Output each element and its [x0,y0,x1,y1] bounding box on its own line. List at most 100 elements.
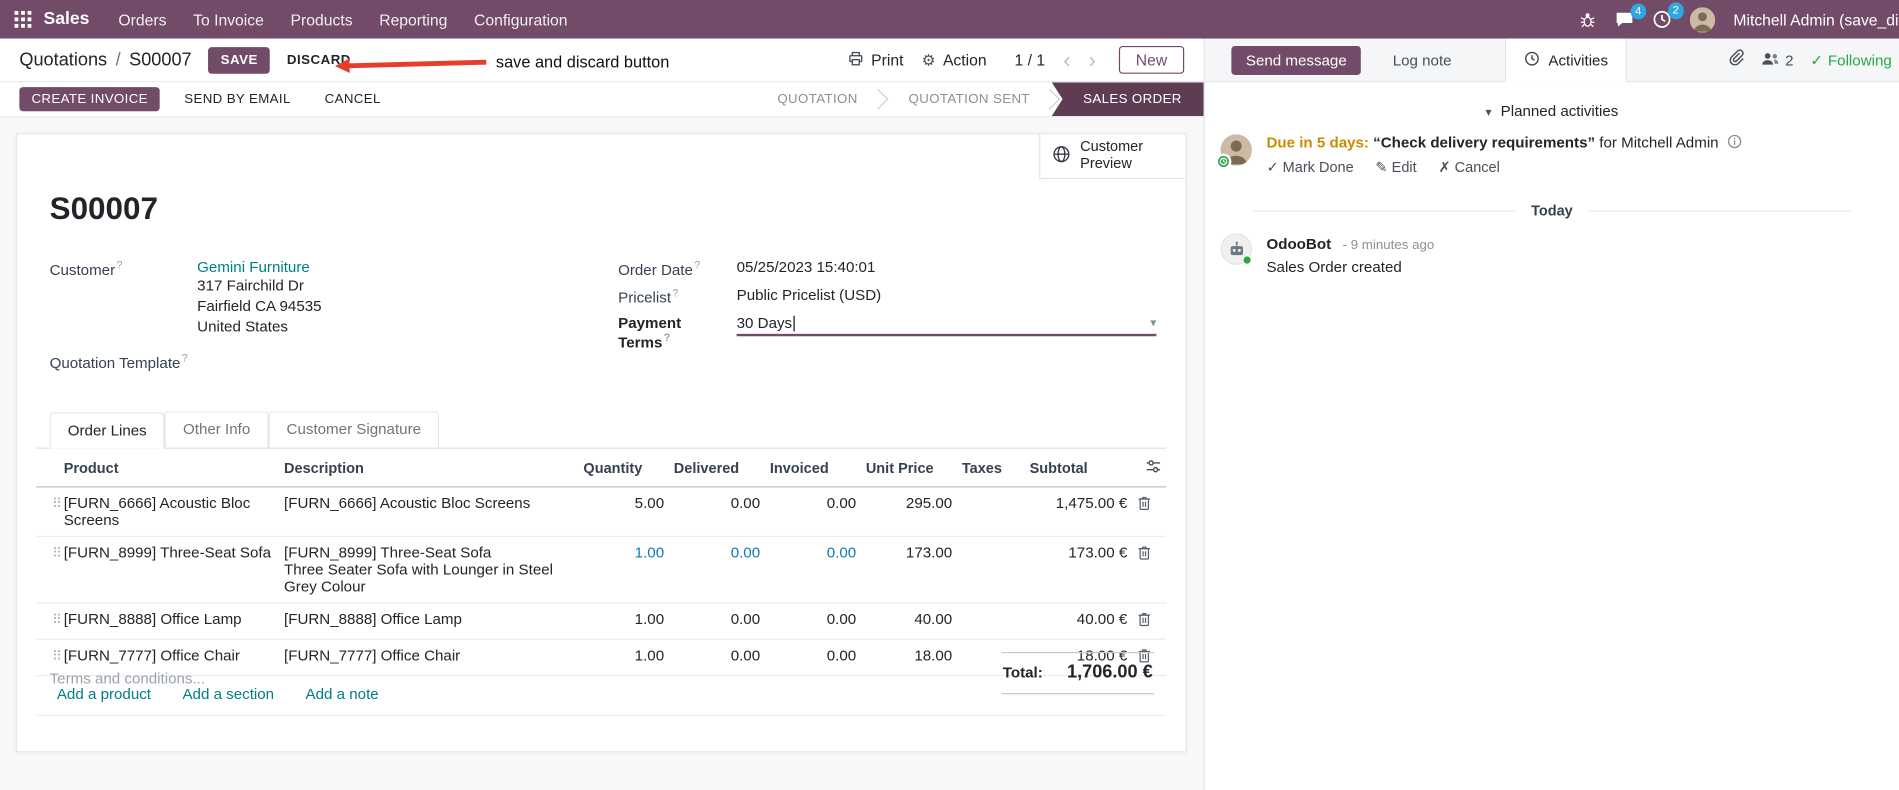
apps-grid-icon[interactable] [14,10,32,28]
drag-handle-icon[interactable]: ⠿ [52,547,62,562]
page-title: S00007 [49,189,159,227]
cell-invoiced[interactable]: 0.00 [764,536,861,604]
cancel-activity-button[interactable]: ✗ Cancel [1438,158,1499,175]
state-sales-order[interactable]: SALES ORDER [1051,82,1204,117]
cell-unit-price[interactable]: 18.00 [860,639,958,677]
cell-taxes[interactable] [957,603,1025,641]
total-label: Total: [1002,664,1043,682]
delete-row-icon[interactable] [1137,611,1152,632]
cell-quantity[interactable]: 1.00 [578,639,669,677]
info-icon[interactable] [1728,134,1743,152]
table-row: ⠿ [FURN_7777] Office Chair [FURN_7777] O… [36,639,1167,677]
x-icon: ✗ [1438,158,1451,176]
state-quotation-sent[interactable]: QUOTATION SENT [879,82,1051,116]
menu-reporting[interactable]: Reporting [379,10,447,28]
state-quotation[interactable]: QUOTATION [748,82,879,116]
menu-configuration[interactable]: Configuration [474,10,568,28]
send-message-button[interactable]: Send message [1231,45,1362,75]
cell-subtotal: 173.00 € [1024,536,1133,604]
dropdown-caret-icon[interactable]: ▾ [1150,317,1156,330]
cell-product[interactable]: [FURN_8888] Office Lamp [58,603,280,641]
drag-handle-icon[interactable]: ⠿ [52,650,62,665]
cell-description[interactable]: [FURN_6666] Acoustic Bloc Screens [279,487,579,538]
pager-previous-icon[interactable]: ‹ [1063,49,1070,71]
optional-columns-icon[interactable] [1145,459,1161,478]
terms-placeholder[interactable]: Terms and conditions... [50,670,205,687]
app-name[interactable]: Sales [44,10,90,29]
add-note-link[interactable]: Add a note [306,686,379,703]
save-button[interactable]: SAVE [208,46,270,74]
user-avatar[interactable] [1689,6,1716,33]
print-button[interactable]: Print [848,50,903,69]
activities-clock-icon[interactable]: 2 [1652,2,1684,29]
cell-unit-price[interactable]: 173.00 [860,536,958,604]
col-unit-price: Unit Price [860,448,958,488]
tab-other-info[interactable]: Other Info [164,411,269,448]
message-author[interactable]: OdooBot [1266,236,1331,253]
delete-row-icon[interactable] [1137,545,1152,566]
new-button[interactable]: New [1118,45,1185,74]
planned-activities-toggle[interactable]: ▾ Planned activities [1205,97,1899,134]
edit-activity-button[interactable]: ✎ Edit [1375,158,1416,175]
cell-invoiced[interactable]: 0.00 [764,487,861,538]
delete-row-icon[interactable] [1137,495,1152,516]
add-section-link[interactable]: Add a section [182,686,274,703]
pager-value: 1 / 1 [1014,50,1046,69]
messages-icon[interactable]: 4 [1615,3,1647,28]
tab-order-lines[interactable]: Order Lines [49,412,165,449]
breadcrumb-separator: / [115,49,121,71]
order-date-value[interactable]: 05/25/2023 15:40:01 [737,259,876,276]
cell-delivered[interactable]: 0.00 [668,639,765,677]
customer-preview-button[interactable]: Customer Preview [1039,134,1186,180]
drag-handle-icon[interactable]: ⠿ [52,497,62,512]
menu-to-invoice[interactable]: To Invoice [193,10,264,28]
payment-terms-input[interactable]: 30 Days ▾ [736,315,1157,337]
followers-button[interactable]: 2 [1761,50,1793,69]
action-button[interactable]: ⚙ Action [922,50,987,69]
cell-unit-price[interactable]: 295.00 [860,487,958,538]
cell-description[interactable]: [FURN_8888] Office Lamp [279,603,579,641]
menu-products[interactable]: Products [291,10,353,28]
create-invoice-button[interactable]: CREATE INVOICE [19,87,161,112]
pager-next-icon[interactable]: › [1089,49,1096,71]
customer-link[interactable]: Gemini Furniture [197,259,310,276]
user-menu[interactable]: Mitchell Admin (save_discar [1733,10,1899,28]
send-by-email-button[interactable]: SEND BY EMAIL [174,87,301,112]
cell-delivered[interactable]: 0.00 [668,603,765,641]
screen: Sales Orders To Invoice Products Reporti… [0,0,1899,790]
bug-icon[interactable] [1579,10,1597,28]
cell-description[interactable]: [FURN_7777] Office Chair [279,639,579,677]
cell-unit-price[interactable]: 40.00 [860,603,958,641]
cell-product[interactable]: [FURN_8999] Three-Seat Sofa [58,536,280,604]
breadcrumb-quotations[interactable]: Quotations [19,50,107,71]
paperclip-icon[interactable] [1727,48,1744,71]
cell-delivered[interactable]: 0.00 [668,536,765,604]
cell-taxes[interactable] [957,536,1025,604]
cell-description[interactable]: [FURN_8999] Three-Seat Sofa Three Seater … [279,536,579,604]
tab-customer-signature[interactable]: Customer Signature [268,411,440,448]
cancel-button[interactable]: CANCEL [314,87,391,112]
cell-taxes[interactable] [957,487,1025,538]
following-button[interactable]: ✓ Following [1810,51,1891,69]
menu-orders[interactable]: Orders [118,10,166,28]
add-product-link[interactable]: Add a product [57,686,151,703]
pencil-icon: ✎ [1375,158,1388,176]
cell-product[interactable]: [FURN_6666] Acoustic Bloc Screens [58,487,280,538]
cell-delivered[interactable]: 0.00 [668,487,765,538]
drag-handle-icon[interactable]: ⠿ [52,613,62,628]
mark-done-button[interactable]: ✓ Mark Done [1266,158,1353,175]
check-icon: ✓ [1810,52,1824,69]
pricelist-value[interactable]: Public Pricelist (USD) [737,287,882,304]
log-note-button[interactable]: Log note [1393,51,1452,68]
cell-quantity[interactable]: 5.00 [578,487,669,538]
cell-invoiced[interactable]: 0.00 [764,603,861,641]
activities-tab[interactable]: Activities [1504,38,1628,82]
cell-quantity[interactable]: 1.00 [578,536,669,604]
cell-invoiced[interactable]: 0.00 [764,639,861,677]
field-order-date: Order Date? 05/25/2023 15:40:01 [618,259,1156,279]
field-customer: Customer? Gemini Furniture 317 Fairchild… [50,259,619,338]
date-separator: Today [1253,202,1851,219]
help-marker: ? [672,286,679,299]
cell-quantity[interactable]: 1.00 [578,603,669,641]
total-box: Total: 1,706.00 € [1001,651,1154,695]
